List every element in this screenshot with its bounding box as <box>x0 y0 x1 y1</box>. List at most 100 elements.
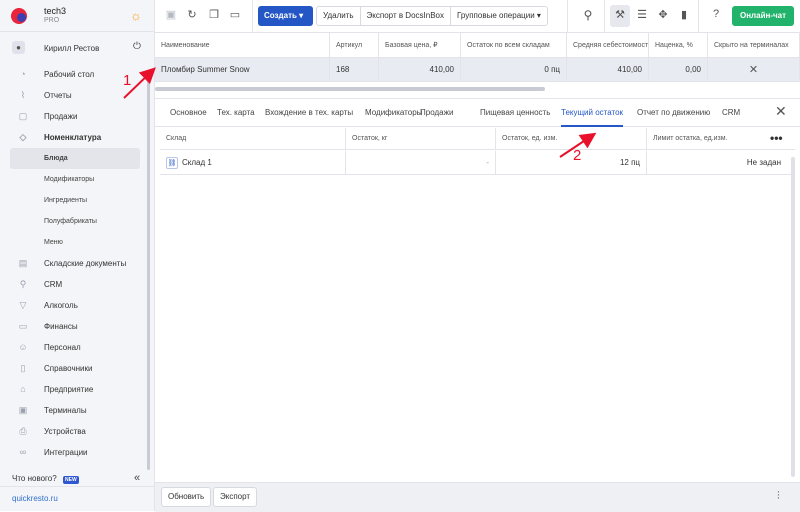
people-icon: ☺ <box>18 342 28 352</box>
cart-icon: ▢ <box>18 111 28 121</box>
sidebar-item[interactable]: ☺ Персонал <box>0 337 150 358</box>
col-header-stock-unit[interactable]: Остаток, ед. изм. <box>496 128 647 150</box>
col-header-markup[interactable]: Наценка, % <box>649 33 708 58</box>
whats-new-link[interactable]: Что нового? <box>12 474 57 483</box>
link-icon[interactable]: ⛓ <box>166 156 178 169</box>
cell-name: Пломбир Summer Snow <box>155 58 330 82</box>
create-button[interactable]: Создать ▾ <box>258 6 313 26</box>
table-row[interactable]: ⛓ Склад 1 - 12 пц Не задан <box>160 151 795 175</box>
sidebar-item[interactable]: ⚲ CRM <box>0 274 150 295</box>
tab[interactable]: CRM <box>722 99 740 127</box>
cell-avg-cost: 410,00 <box>567 58 649 82</box>
tab[interactable]: Пищевая ценность <box>480 99 550 127</box>
monitor-icon[interactable]: ▭ <box>228 8 242 21</box>
col-header-hidden[interactable]: Скрыто на терминалах <box>708 33 800 58</box>
close-icon[interactable]: ✕ <box>708 58 800 82</box>
power-icon[interactable]: ⏻ <box>133 41 141 52</box>
toolbar-divider <box>604 0 605 33</box>
col-header-warehouse[interactable]: Склад <box>160 128 346 150</box>
sidebar-item-label: Полуфабрикаты <box>44 218 97 225</box>
col-header-stock-kg[interactable]: Остаток, кг <box>346 128 496 150</box>
warehouse-name: Склад 1 <box>182 158 212 167</box>
group-operations-button[interactable]: Групповые операции ▾ <box>451 7 547 25</box>
detail-vscrollbar[interactable] <box>791 157 795 477</box>
sun-icon[interactable]: ☼ <box>130 8 142 23</box>
infinity-icon: ∞ <box>19 447 27 457</box>
sidebar-item[interactable]: ⎙ Устройства <box>0 421 150 442</box>
sidebar-nav: ◔ Рабочий стол ⌇ Отчеты ▢ Продажи ◇ Номенклатур… <box>0 64 150 463</box>
sidebar-item[interactable]: ▯ Справочники <box>0 358 150 379</box>
trash-icon[interactable]: ▮ <box>677 8 691 21</box>
sidebar-item-label: Предприятие <box>44 385 94 394</box>
collapse-sidebar-icon[interactable]: « <box>134 472 140 484</box>
col-header-avg-cost[interactable]: Средняя себестоимость <box>567 33 649 58</box>
export-button[interactable]: Экспорт <box>213 487 258 507</box>
grid-hscrollbar[interactable] <box>155 87 545 91</box>
user-avatar-icon: ● <box>12 41 25 54</box>
move-icon[interactable]: ✥ <box>656 8 670 21</box>
action-button-group: Удалить Экспорт в DocsInBox Групповые оп… <box>316 6 548 26</box>
dashboard-icon: ◔ <box>20 69 26 79</box>
sidebar-item[interactable]: ∞ Интеграции <box>0 442 150 463</box>
grid-header: Наименование Артикул Базовая цена, ₽ Ост… <box>155 33 800 58</box>
site-link[interactable]: quickresto.ru <box>12 494 58 503</box>
sidebar-item[interactable]: Меню <box>0 232 150 253</box>
save-icon[interactable]: ▣ <box>164 8 178 21</box>
tab[interactable]: Продажи <box>420 99 453 127</box>
sidebar-item[interactable]: Модификаторы <box>0 169 150 190</box>
help-icon[interactable]: ? <box>709 8 723 20</box>
online-chat-button[interactable]: Онлайн-чат <box>732 6 794 26</box>
sidebar-item[interactable]: Полуфабрикаты <box>0 211 150 232</box>
tab[interactable]: Тех. карта <box>217 99 255 127</box>
sidebar-item[interactable]: ▤ Складские документы <box>0 253 150 274</box>
sidebar-item[interactable]: Блюда <box>10 148 140 169</box>
col-header-stock[interactable]: Остаток по всем складам <box>461 33 567 58</box>
refresh-button[interactable]: Обновить <box>161 487 212 507</box>
sidebar-item[interactable]: ⌇ Отчеты <box>0 85 150 106</box>
tab[interactable]: Основное <box>170 99 207 127</box>
cell-base-price: 410,00 <box>379 58 461 82</box>
glass-icon: ▽ <box>19 300 27 310</box>
delete-button[interactable]: Удалить <box>317 7 361 25</box>
sidebar-item[interactable]: ⌂ Предприятие <box>0 379 150 400</box>
sidebar-item[interactable]: ▭ Финансы <box>0 316 150 337</box>
chart-icon: ⌇ <box>20 90 26 100</box>
settings-sliders-icon[interactable]: ⫶ <box>777 490 780 503</box>
wallet-icon: ▭ <box>18 321 28 331</box>
sidebar-item[interactable]: ▣ Терминалы <box>0 400 150 421</box>
tools-icon[interactable]: ⚒ <box>613 8 627 21</box>
close-icon[interactable]: ✕ <box>775 103 787 120</box>
sidebar-item[interactable]: ◇ Номенклатура <box>0 127 150 148</box>
stock-table-header: Склад Остаток, кг Остаток, ед. изм. Лими… <box>160 128 795 150</box>
printer-icon: ⎙ <box>19 426 27 436</box>
table-row[interactable]: Пломбир Summer Snow 168 410,00 0 пц 410,… <box>155 58 800 82</box>
detail-panel: Основное Тех. карта Вхождение в тех. карты… <box>155 98 800 512</box>
sidebar-item-label: Номенклатура <box>44 133 102 142</box>
brand-header[interactable]: tech3 PRO ☼ <box>0 0 155 32</box>
col-header-article[interactable]: Артикул <box>330 33 379 58</box>
sidebar-scrollbar[interactable] <box>147 70 150 470</box>
search-icon[interactable]: ⚲ <box>581 8 595 22</box>
refresh-icon[interactable]: ↻ <box>185 8 199 21</box>
brand-name: tech3 <box>44 6 67 16</box>
col-header-base-price[interactable]: Базовая цена, ₽ <box>379 33 461 58</box>
sidebar-item[interactable]: ▽ Алкоголь <box>0 295 150 316</box>
toolbar-divider <box>567 0 568 33</box>
tab[interactable]: Текущий остаток <box>561 99 624 127</box>
user-name: Кирилл Рестов <box>44 44 100 53</box>
tab[interactable]: Отчет по движению <box>637 99 710 127</box>
detail-footer: Обновить Экспорт ⫶ <box>155 482 800 512</box>
tab[interactable]: Вхождение в тех. карты <box>265 99 353 127</box>
copy-icon[interactable]: ❐ <box>207 8 221 21</box>
brand-plan: PRO <box>44 17 60 24</box>
sidebar-item[interactable]: ▢ Продажи <box>0 106 150 127</box>
more-options-icon[interactable]: ••• <box>770 128 783 150</box>
list-icon[interactable]: ☰ <box>635 8 649 21</box>
user-panel[interactable]: ● Кирилл Рестов ⏻ <box>0 38 155 58</box>
tab[interactable]: Модификаторы <box>365 99 422 127</box>
col-header-name[interactable]: Наименование <box>155 33 330 58</box>
sidebar-item[interactable]: Ингредиенты <box>0 190 150 211</box>
toolbar-divider <box>252 0 253 33</box>
export-docsinbox-button[interactable]: Экспорт в DocsInBox <box>361 7 451 25</box>
sidebar-item[interactable]: ◔ Рабочий стол <box>0 64 150 85</box>
